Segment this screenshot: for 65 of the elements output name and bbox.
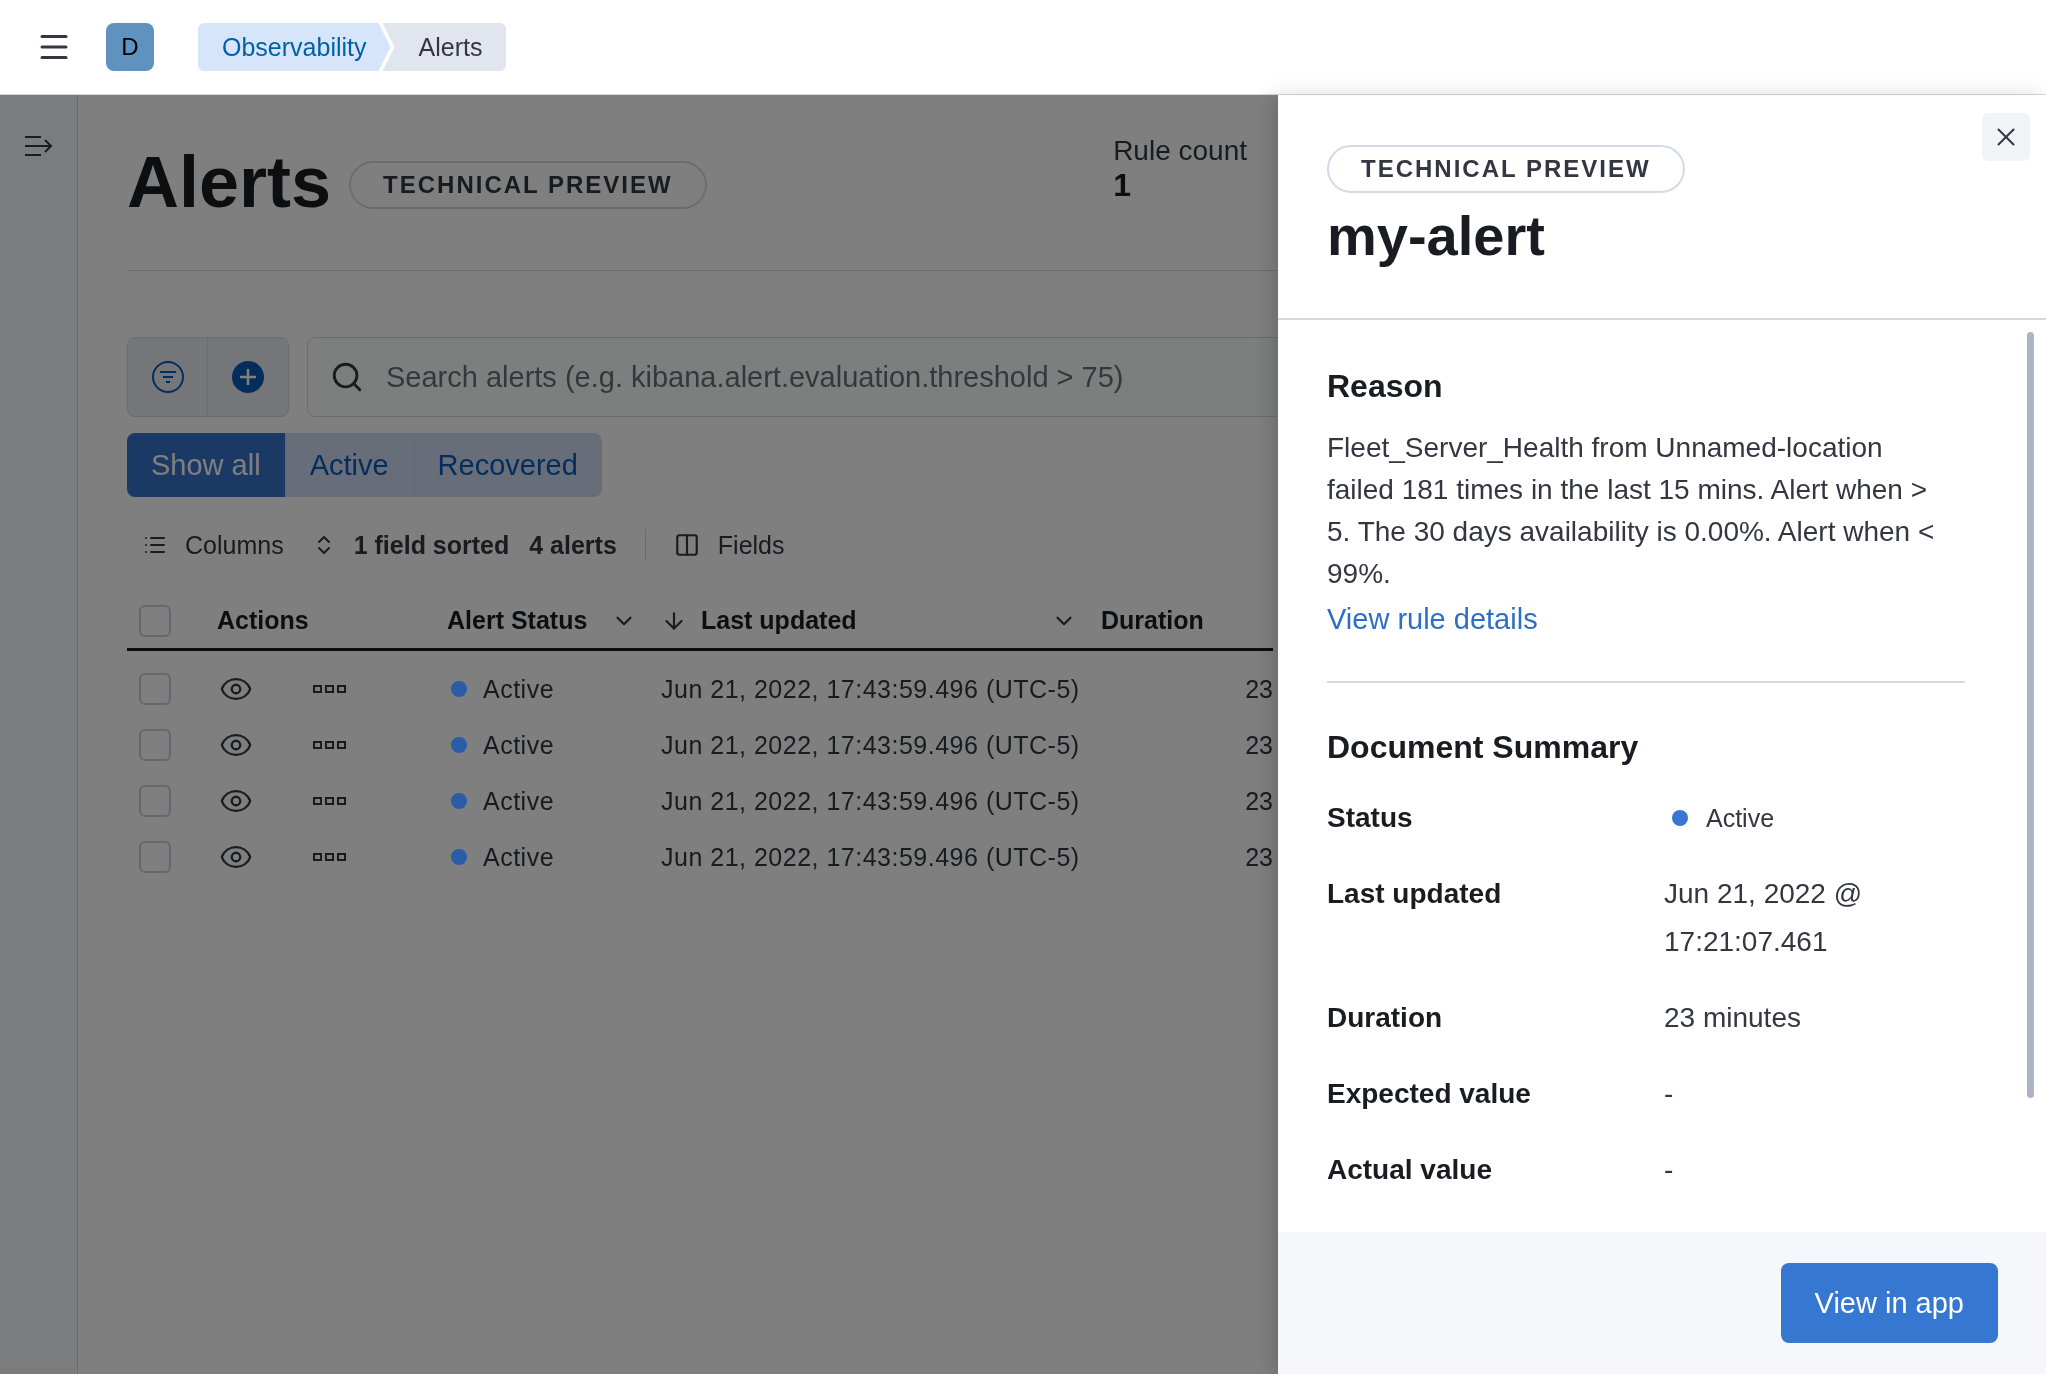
more-icon[interactable] xyxy=(313,796,347,806)
field-label: Actual value xyxy=(1327,1153,1493,1187)
sort-button[interactable]: 1 field sorted xyxy=(311,530,510,560)
page-title: Alerts xyxy=(127,141,332,223)
plus-icon xyxy=(231,360,265,394)
field-value: - xyxy=(1664,1153,1675,1187)
field-value: Active xyxy=(1706,803,1775,834)
field-label: Duration xyxy=(1327,1001,1444,1035)
select-all-checkbox[interactable] xyxy=(139,604,171,637)
more-icon[interactable] xyxy=(313,852,347,862)
close-button[interactable] xyxy=(1982,113,2030,161)
fields-button[interactable]: Fields xyxy=(673,530,785,560)
expand-nav-icon[interactable] xyxy=(23,135,54,157)
status-text: Active xyxy=(483,674,555,704)
status-text: Active xyxy=(483,786,555,816)
search-input[interactable]: Search alerts (e.g. kibana.alert.evaluation.threshold > 75) xyxy=(384,359,1278,395)
rule-details-link[interactable]: View rule details xyxy=(1327,603,1538,636)
preview-badge: TECHNICAL PREVIEW xyxy=(1327,145,1685,193)
table-cell-text: Jun 21, 2022, 17:43:59.496 (UTC-5) xyxy=(661,730,1081,760)
columns-button[interactable]: Columns xyxy=(143,530,284,560)
section-heading: Reason xyxy=(1327,368,1444,405)
field-value: 23 minutes xyxy=(1664,1001,1802,1035)
search-field[interactable]: Search alerts (e.g. kibana.alert.evaluation.threshold > 75) xyxy=(307,337,1278,417)
breadcrumb[interactable]: Alerts xyxy=(382,23,507,71)
view-in-app-button[interactable]: View in app xyxy=(1780,1263,1998,1343)
filter-icon xyxy=(150,360,185,394)
stat-value: 1 xyxy=(1113,167,1132,204)
table-cell-text: Jun 21, 2022, 17:43:59.496 (UTC-5) xyxy=(661,842,1081,872)
row-checkbox[interactable] xyxy=(139,729,171,761)
field-label: Status xyxy=(1327,801,1414,835)
row-checkbox[interactable] xyxy=(139,673,171,705)
fields-icon xyxy=(673,532,700,558)
column-header[interactable]: Alert Status xyxy=(447,606,588,635)
reason-text: Fleet_Server_Health from Unnamed-location failed 181 times in the last 15 mins. Alert when > 5. The 30 days availability is 0.00%. Alert when < 99%. xyxy=(1327,431,1936,591)
more-icon[interactable] xyxy=(313,684,347,694)
space-avatar[interactable]: D xyxy=(106,23,154,71)
preview-badge: TECHNICAL PREVIEW xyxy=(349,161,707,209)
table-cell: 23 xyxy=(1245,674,1273,704)
stat-label: Rule count xyxy=(1113,135,1247,167)
table-cell: 23 xyxy=(1245,786,1273,816)
field-value: Jun 21, 2022 @ 17:21:07.461 xyxy=(1664,877,1864,959)
table-cell: 23 xyxy=(1245,842,1273,872)
breadcrumb[interactable]: Observability xyxy=(198,23,391,71)
row-checkbox[interactable] xyxy=(139,785,171,817)
alert-count: 4 alerts xyxy=(529,530,617,560)
status-filter-tab[interactable]: Active xyxy=(285,433,414,497)
section-heading: Document Summary xyxy=(1327,729,1640,766)
table-cell-text: Jun 21, 2022, 17:43:59.496 (UTC-5) xyxy=(661,786,1081,816)
flyout-title: my-alert xyxy=(1327,203,1545,268)
column-header[interactable]: Actions xyxy=(217,606,309,635)
status-text: Active xyxy=(483,730,555,760)
table-cell-text: Jun 21, 2022, 17:43:59.496 (UTC-5) xyxy=(661,674,1081,704)
column-header[interactable]: Last updated xyxy=(701,606,857,635)
field-label: Last updated xyxy=(1327,877,1503,911)
status-filter-tab[interactable]: Show all xyxy=(127,433,286,497)
field-label: Expected value xyxy=(1327,1077,1532,1111)
field-value: - xyxy=(1664,1077,1675,1111)
search-icon xyxy=(330,360,364,394)
table-cell: 23 xyxy=(1245,730,1273,760)
scrollbar[interactable] xyxy=(2027,332,2034,1098)
status-text: Active xyxy=(483,842,555,872)
more-icon[interactable] xyxy=(313,740,347,750)
status-filter-tab[interactable]: Recovered xyxy=(413,433,602,497)
column-header[interactable]: Duration xyxy=(1101,606,1204,635)
row-checkbox[interactable] xyxy=(139,841,171,873)
